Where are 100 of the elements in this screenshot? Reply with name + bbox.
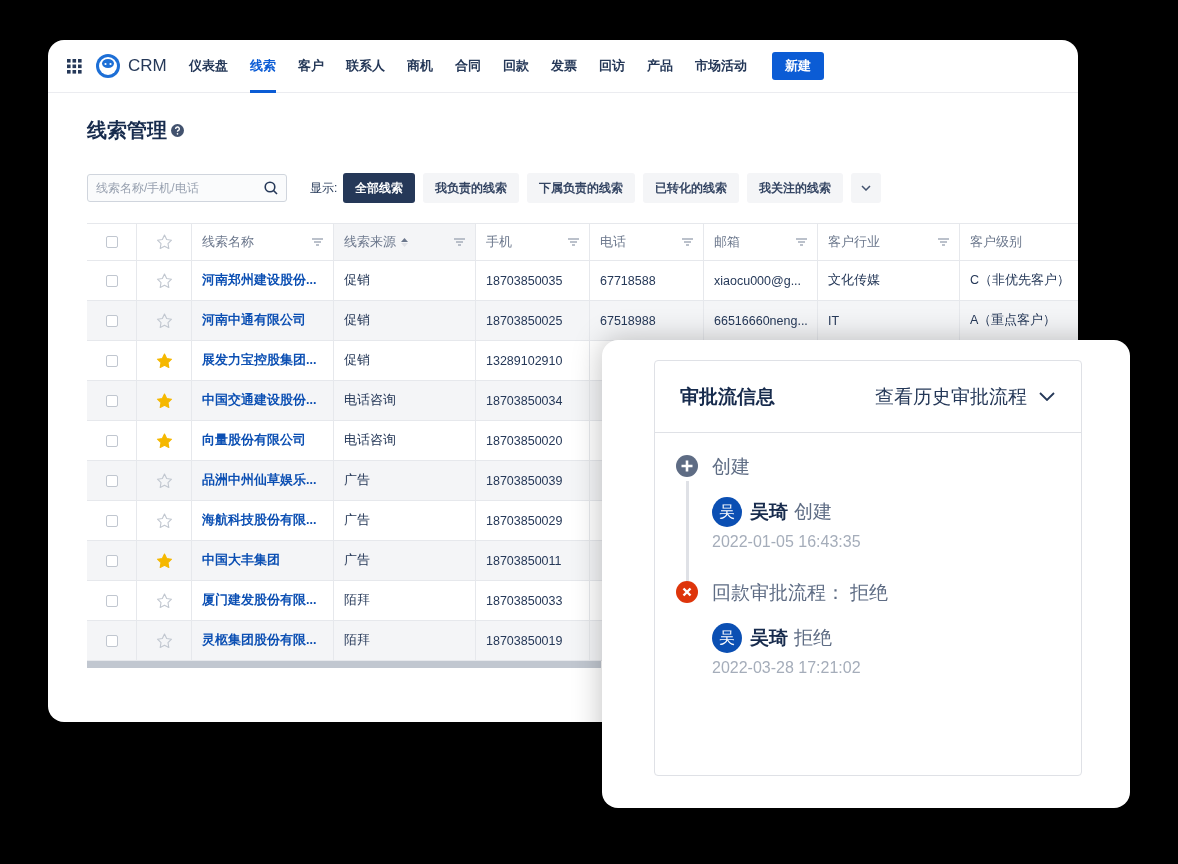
person-name: 吴琦 [750, 626, 788, 650]
table-cell: 电话咨询 [344, 392, 396, 409]
lead-name-link[interactable]: 向量股份有限公司 [202, 432, 306, 449]
checkbox[interactable] [105, 354, 118, 367]
column-header[interactable]: 手机 [476, 224, 590, 260]
chevron-down-icon [1039, 392, 1055, 401]
checkbox[interactable] [105, 514, 118, 527]
sort-icon[interactable] [401, 237, 408, 247]
filter-icon[interactable] [682, 238, 693, 246]
table-cell: 13289102910 [486, 353, 563, 368]
nav-tab[interactable]: 联系人 [345, 40, 385, 93]
plus-icon [676, 455, 698, 477]
table-cell: 18703850025 [486, 313, 563, 328]
apps-grid-icon[interactable] [67, 58, 82, 74]
checkbox[interactable] [105, 594, 118, 607]
table-cell: 18703850039 [486, 473, 563, 488]
lead-name-link[interactable]: 中国交通建设股份... [202, 392, 317, 409]
nav-tab[interactable]: 产品 [646, 40, 673, 93]
star-icon[interactable] [155, 632, 173, 649]
filter-label: 显示: [310, 179, 338, 197]
step-action: 拒绝 [794, 626, 832, 650]
nav-tab[interactable]: 线索 [249, 40, 276, 93]
history-dropdown[interactable]: 查看历史审批流程 [875, 383, 1055, 410]
star-icon[interactable] [155, 472, 173, 489]
column-title: 线索来源 [344, 233, 396, 251]
checkbox[interactable] [105, 434, 118, 447]
table-cell: IT [828, 313, 840, 328]
star-icon[interactable] [155, 432, 173, 449]
table-cell: 电话咨询 [344, 432, 396, 449]
checkbox[interactable] [105, 274, 118, 287]
column-header[interactable]: 客户行业 [818, 224, 960, 260]
filter-icon[interactable] [568, 238, 579, 246]
lead-name-link[interactable]: 河南中通有限公司 [202, 312, 306, 329]
checkbox[interactable] [105, 634, 118, 647]
table-cell: 18703850011 [486, 553, 562, 568]
avatar: 吴 [712, 623, 742, 653]
table-cell: 18703850019 [486, 633, 563, 648]
step-time: 2022-03-28 17:21:02 [712, 659, 862, 677]
new-button[interactable]: 新建 [771, 52, 824, 80]
person-name: 吴琦 [750, 500, 788, 524]
nav-tab[interactable]: 回访 [598, 40, 625, 93]
filter-icon[interactable] [312, 238, 323, 246]
nav-tab[interactable]: 客户 [297, 40, 324, 93]
search-field[interactable]: 线索名称/手机/电话 [87, 174, 287, 202]
star-icon[interactable] [155, 392, 173, 409]
nav-tab[interactable]: 合同 [454, 40, 481, 93]
search-icon[interactable] [264, 181, 278, 195]
star-icon[interactable] [155, 312, 173, 329]
nav-tab[interactable]: 发票 [550, 40, 577, 93]
table-cell: 促销 [344, 272, 370, 289]
lead-name-link[interactable]: 厦门建发股份有限... [202, 592, 317, 609]
lead-name-link[interactable]: 展发力宝控股集团... [202, 352, 317, 369]
table-cell: 66516660neng... [714, 313, 808, 328]
nav-tab[interactable]: 仪表盘 [188, 40, 228, 93]
column-header[interactable]: 邮箱 [704, 224, 818, 260]
table-cell: xiaocu000@g... [714, 273, 802, 288]
column-header[interactable]: 电话 [590, 224, 704, 260]
table-cell: 广告 [344, 552, 370, 569]
star-icon[interactable] [155, 592, 173, 609]
lead-name-link[interactable]: 河南郑州建设股份... [202, 272, 317, 289]
scrollbar[interactable] [87, 661, 601, 668]
star-icon[interactable] [155, 552, 173, 569]
step-time: 2022-01-05 16:43:35 [712, 533, 861, 551]
help-icon[interactable] [171, 123, 184, 137]
column-title: 线索名称 [202, 233, 254, 251]
filter-button[interactable]: 全部线索 [343, 173, 416, 203]
checkbox[interactable] [105, 394, 118, 407]
lead-name-link[interactable]: 品洲中州仙草娱乐... [202, 472, 317, 489]
lead-name-link[interactable]: 灵柩集团股份有限... [202, 632, 317, 649]
table-cell: 18703850029 [486, 513, 563, 528]
step-title: 回款审批流程： 拒绝 [712, 581, 889, 605]
star-icon[interactable] [155, 272, 173, 289]
star-icon[interactable] [155, 352, 173, 369]
star-icon[interactable] [155, 234, 173, 250]
filter-icon[interactable] [938, 238, 949, 246]
step-title: 创建 [712, 455, 751, 479]
checkbox[interactable] [105, 554, 118, 567]
column-title: 客户行业 [828, 233, 880, 251]
page-title: 线索管理 [87, 117, 167, 143]
filter-button[interactable]: 我负责的线索 [423, 173, 520, 203]
nav-tab[interactable]: 市场活动 [694, 40, 747, 93]
table-cell: 67718588 [600, 273, 656, 288]
more-filters-button[interactable] [851, 173, 882, 203]
nav-tab[interactable]: 回款 [502, 40, 529, 93]
column-header[interactable]: 客户级别 [960, 224, 1078, 260]
filter-icon[interactable] [454, 238, 465, 246]
lead-name-link[interactable]: 中国大丰集团 [202, 552, 280, 569]
checkbox[interactable] [105, 474, 118, 487]
checkbox[interactable] [105, 314, 118, 327]
filter-icon[interactable] [796, 238, 807, 246]
panel-title: 审批流信息 [680, 384, 775, 409]
filter-button[interactable]: 已转化的线索 [643, 173, 740, 203]
column-header[interactable]: 线索来源 [334, 224, 476, 260]
reject-icon [676, 581, 698, 603]
filter-button[interactable]: 我关注的线索 [747, 173, 844, 203]
filter-button[interactable]: 下属负责的线索 [527, 173, 636, 203]
checkbox[interactable] [105, 236, 118, 248]
nav-tab[interactable]: 商机 [406, 40, 433, 93]
lead-name-link[interactable]: 海航科技股份有限... [202, 512, 317, 529]
star-icon[interactable] [155, 512, 173, 529]
